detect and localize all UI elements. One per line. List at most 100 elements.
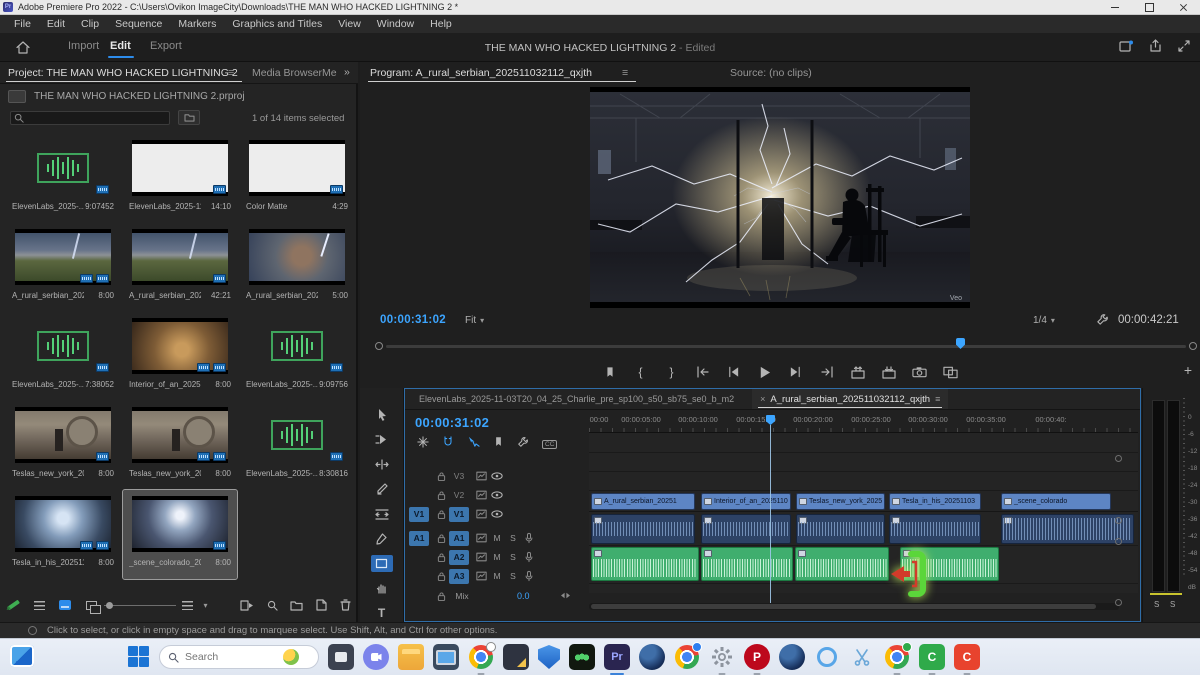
share-icon[interactable]	[1149, 39, 1162, 57]
widgets-icon[interactable]	[10, 645, 34, 667]
workspaces-icon[interactable]	[1119, 39, 1133, 57]
project-root-row[interactable]: THE MAN WHO HACKED LIGHTNING 2.prproj	[8, 90, 245, 103]
timeline-panel-menu-icon[interactable]: ≡	[935, 394, 940, 404]
add-marker-button[interactable]	[601, 364, 619, 380]
menu-sequence[interactable]: Sequence	[107, 18, 170, 30]
project-search-input[interactable]	[27, 113, 162, 123]
menu-graphics-titles[interactable]: Graphics and Titles	[224, 18, 330, 30]
timeline-clip-v1[interactable]: _scene_colorado	[1001, 493, 1111, 510]
tab-program[interactable]: Program: A_rural_serbian_202511032112_qx…	[370, 67, 592, 79]
mode-edit[interactable]: Edit	[110, 40, 131, 52]
sort-chevron-icon[interactable]: ▾	[199, 601, 211, 610]
home-icon[interactable]	[10, 38, 36, 56]
chrome-profile-green-icon[interactable]	[884, 644, 910, 670]
scroll-handle[interactable]	[1115, 599, 1122, 606]
button-editor-plus-icon[interactable]: +	[1184, 362, 1192, 378]
slip-tool[interactable]	[371, 505, 393, 523]
meter-solo-right[interactable]: S	[1170, 600, 1175, 609]
project-item[interactable]: Teslas_new_york_202...8:00	[123, 401, 237, 490]
menu-view[interactable]: View	[330, 18, 369, 30]
edge-browser-icon[interactable]	[639, 644, 665, 670]
edge-browser-icon-2[interactable]	[779, 644, 805, 670]
track-target-v2[interactable]: V2	[449, 488, 469, 503]
start-button[interactable]	[128, 646, 150, 668]
toggle-track-output-eye-icon[interactable]	[489, 488, 505, 502]
chrome-profile-blue-icon[interactable]	[674, 644, 700, 670]
track-lock-icon[interactable]	[433, 531, 449, 545]
task-view-icon[interactable]	[328, 644, 354, 670]
meter-solo-left[interactable]: S	[1154, 600, 1159, 609]
solo-track-button[interactable]: S	[505, 569, 521, 583]
menu-markers[interactable]: Markers	[170, 18, 224, 30]
mark-out-button[interactable]: }	[663, 364, 681, 380]
taskbar-search[interactable]	[159, 645, 319, 669]
timeline-audio-clip-a2[interactable]	[701, 547, 793, 581]
timeline-clip-v1[interactable]: A_rural_serbian_20251	[591, 493, 695, 510]
ripple-edit-tool[interactable]	[371, 456, 393, 474]
go-to-in-button[interactable]	[694, 364, 712, 380]
menu-help[interactable]: Help	[422, 18, 460, 30]
minimize-button[interactable]	[1098, 0, 1132, 15]
project-item[interactable]: ElevenLabs_2025-...9:07452	[6, 134, 120, 223]
track-target-a3[interactable]: A3	[449, 569, 469, 584]
premiere-pro-taskbar-icon[interactable]: Pr	[604, 644, 630, 670]
step-forward-button[interactable]	[787, 364, 805, 380]
toggle-track-output-eye-icon[interactable]	[489, 507, 505, 521]
program-zoom-dropdown[interactable]: Fit▾	[465, 315, 484, 326]
snipping-tool-icon[interactable]	[849, 644, 875, 670]
timeline-audio-clip-a2[interactable]	[795, 547, 889, 581]
track-lock-icon[interactable]	[433, 589, 449, 603]
project-item[interactable]: Teslas_new_york_202...8:00	[6, 401, 120, 490]
track-target-v1[interactable]: V1	[449, 507, 469, 522]
project-item[interactable]: ElevenLabs_2025-...8:30816	[240, 401, 354, 490]
track-lock-icon[interactable]	[433, 488, 449, 502]
project-item[interactable]: Color Matte4:29	[240, 134, 354, 223]
zoom-slider[interactable]	[104, 605, 176, 606]
timeline-horizontal-scrollbar[interactable]	[589, 603, 1119, 610]
windows-security-icon[interactable]	[538, 645, 560, 669]
program-settings-wrench-icon[interactable]	[1096, 313, 1109, 331]
project-item[interactable]: Tesla_in_his_2025110...8:00	[6, 490, 120, 579]
project-item[interactable]: A_rural_serbian_2025...5:00	[240, 223, 354, 312]
fullscreen-icon[interactable]	[1178, 39, 1190, 57]
timeline-clip-v1[interactable]: Interior_of_an_2025110	[701, 493, 791, 510]
project-item-selected[interactable]: _scene_colorado_2025...8:00	[123, 490, 237, 579]
project-item[interactable]: A_rural_serbian_202...42:21	[123, 223, 237, 312]
hand-tool[interactable]	[371, 579, 393, 597]
timeline-clip-v1[interactable]: Tesla_in_his_20251103	[889, 493, 981, 510]
program-scrubber[interactable]	[378, 338, 1194, 348]
project-item[interactable]: A_rural_serbian_2025...8:00	[6, 223, 120, 312]
step-back-button[interactable]	[725, 364, 743, 380]
track-target-a2[interactable]: A2	[449, 550, 469, 565]
blue-ring-app-icon[interactable]	[814, 644, 840, 670]
sync-lock-icon[interactable]	[473, 550, 489, 564]
menu-clip[interactable]: Clip	[73, 18, 107, 30]
sync-lock-icon[interactable]	[473, 507, 489, 521]
project-item[interactable]: Interior_of_an_202511...8:00	[123, 312, 237, 401]
sync-lock-icon[interactable]	[473, 488, 489, 502]
program-current-timecode[interactable]: 00:00:31:02	[380, 314, 446, 326]
delete-button[interactable]	[333, 599, 358, 611]
timeline-lanes[interactable]: A_rural_serbian_20251 Interior_of_an_202…	[589, 433, 1138, 593]
notes-app-icon[interactable]	[503, 644, 529, 670]
settings-gear-icon[interactable]	[709, 644, 735, 670]
close-tab-icon[interactable]: ×	[760, 394, 765, 404]
source-patch-v1[interactable]: V1	[409, 507, 429, 522]
pinterest-icon[interactable]: P	[744, 644, 770, 670]
track-target-v3[interactable]: V3	[449, 469, 469, 484]
go-to-out-button[interactable]	[818, 364, 836, 380]
chrome-search-icon[interactable]	[468, 644, 494, 670]
scroll-handle[interactable]	[1115, 538, 1122, 545]
solo-track-button[interactable]: S	[505, 531, 521, 545]
program-panel-menu-icon[interactable]: ≡	[622, 67, 628, 79]
icon-view-button[interactable]	[52, 600, 78, 610]
project-item[interactable]: ElevenLabs_2025-...9:09756	[240, 312, 354, 401]
tab-media-browser[interactable]: Media Browser	[252, 67, 322, 79]
timeline-audio-clip-a1[interactable]	[701, 514, 791, 544]
menu-file[interactable]: File	[6, 18, 39, 30]
file-explorer-icon[interactable]	[398, 644, 424, 670]
sync-lock-icon[interactable]	[473, 531, 489, 545]
voiceover-mic-icon[interactable]	[521, 550, 537, 564]
mode-import[interactable]: Import	[68, 40, 99, 52]
timeline-marker-icon[interactable]	[493, 435, 504, 453]
